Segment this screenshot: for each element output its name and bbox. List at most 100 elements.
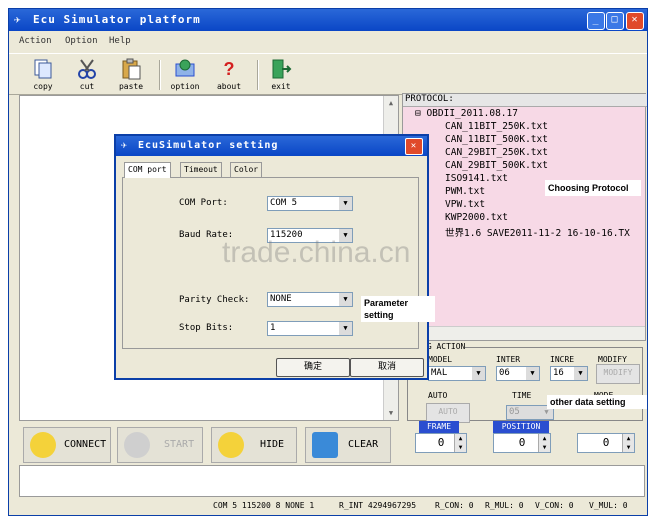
parity-check-select[interactable]: NONE ▼ bbox=[267, 292, 353, 307]
inter-value: 06 bbox=[499, 368, 510, 378]
spin-arrows-icon[interactable]: ▲ ▼ bbox=[538, 434, 550, 452]
chevron-down-icon[interactable]: ▼ bbox=[339, 322, 352, 335]
incre-label: INCRE bbox=[550, 355, 575, 364]
about-icon: ? bbox=[224, 59, 235, 79]
title-bar[interactable]: ✈ Ecu Simulator platform _ □ ✕ bbox=[9, 9, 647, 31]
dialog-title: EcuSimulator setting bbox=[138, 140, 279, 151]
scroll-up-icon[interactable]: ▲ bbox=[385, 97, 397, 109]
paste-button[interactable]: paste bbox=[111, 58, 151, 91]
com-port-select[interactable]: COM 5 ▼ bbox=[267, 196, 353, 211]
model-value: MAL bbox=[431, 368, 448, 378]
status-port: COM 5 115200 8 NONE 1 bbox=[213, 501, 315, 510]
chevron-down-icon[interactable]: ▼ bbox=[574, 367, 587, 380]
inter-select[interactable]: 06 ▼ bbox=[496, 366, 540, 381]
paste-icon bbox=[122, 58, 141, 80]
frame-spinner[interactable]: 0 ▲ ▼ bbox=[415, 433, 467, 453]
frame-label: FRAME bbox=[419, 421, 459, 433]
copy-icon bbox=[34, 59, 52, 79]
protocol-header: PROTOCOL: bbox=[403, 94, 647, 107]
option-label: option bbox=[170, 82, 200, 91]
chevron-down-icon[interactable]: ▼ bbox=[339, 293, 352, 306]
mode-spinner[interactable]: 0 ▲ ▼ bbox=[577, 433, 635, 453]
time-value: 05 bbox=[509, 407, 520, 417]
modify-button[interactable]: MODIFY bbox=[596, 364, 640, 384]
exit-label: exit bbox=[271, 82, 291, 91]
parity-check-value: NONE bbox=[270, 294, 292, 304]
scroll-down-icon[interactable]: ▼ bbox=[385, 407, 397, 419]
menu-option[interactable]: Option bbox=[65, 36, 98, 46]
auto-button[interactable]: AUTO bbox=[426, 403, 470, 423]
tree-item[interactable]: CAN_11BIT_250K.txt bbox=[445, 121, 548, 132]
copy-button[interactable]: copy bbox=[23, 58, 63, 91]
modify-label: MODIFY bbox=[598, 355, 627, 364]
tree-item[interactable]: 世界1.6 SAVE2011-11-2 16-10-16.TX bbox=[445, 225, 630, 239]
tab-timeout[interactable]: Timeout bbox=[180, 162, 222, 178]
protocol-note: Choosing Protocol bbox=[545, 180, 641, 196]
exit-icon bbox=[272, 59, 292, 79]
protocol-tree[interactable]: PROTOCOL: ⊟ OBDII_2011.08.17 CAN_11BIT_2… bbox=[402, 93, 647, 341]
clear-button[interactable]: CLEAR bbox=[305, 427, 391, 463]
parameter-note: Parameter setting bbox=[361, 296, 435, 322]
debug-action-group: UG ACTION MODEL MAL ▼ INTER 06 ▼ INCRE 16 ▼… bbox=[407, 342, 643, 423]
cut-label: cut bbox=[79, 82, 95, 91]
status-r-int: R_INT 4294967295 bbox=[339, 501, 417, 510]
time-label: TIME bbox=[512, 391, 532, 400]
about-label: about bbox=[216, 82, 242, 91]
tree-item[interactable]: CAN_29BIT_250K.txt bbox=[445, 147, 548, 158]
spin-arrows-icon[interactable]: ▲ ▼ bbox=[622, 434, 634, 452]
model-select[interactable]: MAL ▼ bbox=[428, 366, 486, 381]
stop-bits-select[interactable]: 1 ▼ bbox=[267, 321, 353, 336]
about-button[interactable]: ? about bbox=[209, 58, 249, 91]
connect-button[interactable]: CONNECT bbox=[23, 427, 111, 463]
chevron-down-icon[interactable]: ▼ bbox=[472, 367, 485, 380]
menu-bar: Action Option Help bbox=[9, 33, 647, 51]
minimize-button[interactable]: _ bbox=[587, 12, 605, 30]
smiley-icon bbox=[30, 432, 56, 458]
horizontal-scrollbar[interactable] bbox=[403, 326, 645, 340]
incre-select[interactable]: 16 ▼ bbox=[550, 366, 588, 381]
hide-button[interactable]: HIDE bbox=[211, 427, 297, 463]
option-button[interactable]: option bbox=[165, 58, 205, 91]
dialog-title-bar[interactable]: ✈ EcuSimulator setting ✕ bbox=[116, 136, 427, 156]
cut-button[interactable]: cut bbox=[67, 58, 107, 91]
toolbar-separator bbox=[159, 60, 161, 90]
close-icon[interactable]: ✕ bbox=[405, 138, 423, 155]
chevron-down-icon[interactable]: ▼ bbox=[339, 197, 352, 210]
chevron-down-icon[interactable]: ▼ bbox=[526, 367, 539, 380]
close-button[interactable]: ✕ bbox=[626, 12, 644, 30]
tree-item[interactable]: VPW.txt bbox=[445, 199, 485, 210]
output-field[interactable] bbox=[19, 465, 645, 497]
tree-item[interactable]: PWM.txt bbox=[445, 186, 485, 197]
cut-icon bbox=[78, 59, 96, 79]
exit-button[interactable]: exit bbox=[261, 58, 301, 91]
tree-item[interactable]: ISO9141.txt bbox=[445, 173, 508, 184]
tree-item[interactable]: KWP2000.txt bbox=[445, 212, 508, 223]
dialog-app-icon: ✈ bbox=[121, 140, 129, 151]
tree-root[interactable]: ⊟ OBDII_2011.08.17 bbox=[415, 108, 518, 119]
tab-com-port[interactable]: COM port bbox=[124, 162, 171, 178]
collapse-icon[interactable]: ⊟ bbox=[415, 108, 426, 119]
stop-bits-value: 1 bbox=[270, 323, 276, 333]
paste-label: paste bbox=[118, 82, 144, 91]
maximize-button[interactable]: □ bbox=[606, 12, 624, 30]
com-port-value: COM 5 bbox=[270, 198, 298, 208]
start-button[interactable]: START bbox=[117, 427, 203, 463]
status-r-con: R_CON: 0 bbox=[435, 501, 474, 510]
smiley-icon bbox=[218, 432, 244, 458]
position-spinner[interactable]: 0 ▲ ▼ bbox=[493, 433, 551, 453]
spin-arrows-icon[interactable]: ▲ ▼ bbox=[454, 434, 466, 452]
tree-item[interactable]: CAN_29BIT_500K.txt bbox=[445, 160, 548, 171]
hide-label: HIDE bbox=[260, 439, 285, 450]
position-label: POSITION bbox=[493, 421, 549, 433]
ok-button[interactable]: 确定 bbox=[276, 358, 350, 377]
toolbar: copy cut paste option ? about exit bbox=[9, 53, 647, 95]
status-r-mul: R_MUL: 0 bbox=[485, 501, 524, 510]
incre-value: 16 bbox=[553, 368, 564, 378]
menu-help[interactable]: Help bbox=[109, 36, 131, 46]
cancel-button[interactable]: 取消 bbox=[350, 358, 424, 377]
tree-item[interactable]: CAN_11BIT_500K.txt bbox=[445, 134, 548, 145]
tab-color[interactable]: Color bbox=[230, 162, 263, 178]
menu-action[interactable]: Action bbox=[19, 36, 52, 46]
auto-label: AUTO bbox=[428, 391, 448, 400]
com-port-label: COM Port: bbox=[179, 198, 228, 208]
